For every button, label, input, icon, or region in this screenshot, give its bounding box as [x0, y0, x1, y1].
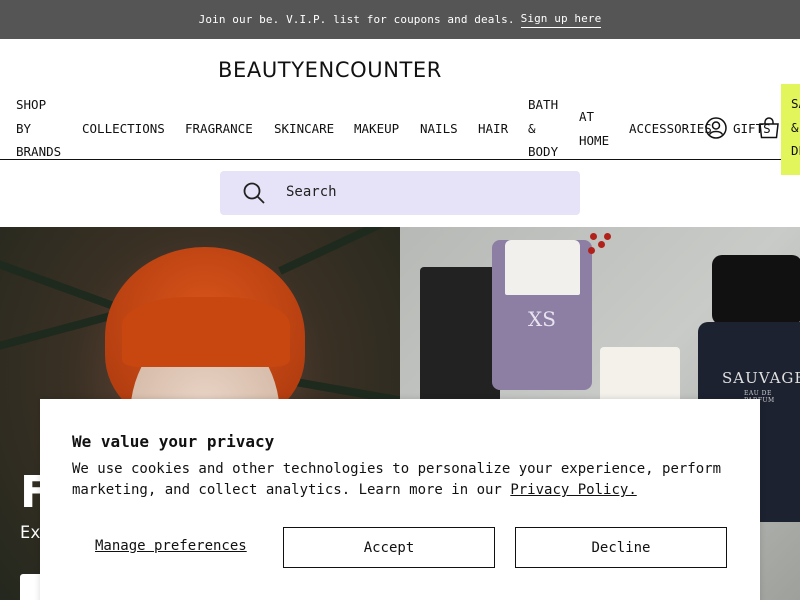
- nav-item-bath-body[interactable]: BATH & BODY: [528, 93, 558, 164]
- xs-label: XS: [528, 307, 556, 331]
- nav-item-shop-by-brands[interactable]: SHOP BY BRANDS: [16, 93, 61, 164]
- sauvage-label: SAUVAGE: [722, 369, 800, 387]
- nav-item-sale-label: SA & DE: [791, 96, 800, 158]
- cookie-body: We use cookies and other technologies to…: [72, 459, 732, 501]
- nav-item-collections[interactable]: COLLECTIONS: [82, 117, 165, 141]
- decline-button[interactable]: Decline: [515, 527, 727, 568]
- shopping-bag-icon[interactable]: [757, 117, 781, 139]
- promo-signup-link[interactable]: Sign up here: [520, 12, 602, 28]
- nav-item-fragrance[interactable]: FRAGRANCE: [185, 117, 253, 141]
- account-icon[interactable]: [705, 117, 727, 139]
- nav-item-hair[interactable]: HAIR: [478, 117, 508, 141]
- privacy-policy-link[interactable]: Privacy Policy.: [510, 482, 636, 498]
- search-input[interactable]: Search: [286, 184, 337, 200]
- nav-item-nails[interactable]: NAILS: [420, 117, 458, 141]
- search-bar[interactable]: Search: [220, 171, 580, 215]
- nav-item-sale[interactable]: SA & DE: [781, 84, 800, 175]
- accept-button[interactable]: Accept: [283, 527, 495, 568]
- promo-text: Join our be. V.I.P. list for coupons and…: [198, 13, 515, 26]
- nav-item-makeup[interactable]: MAKEUP: [354, 117, 399, 141]
- promo-bar: Join our be. V.I.P. list for coupons and…: [0, 0, 800, 39]
- manage-preferences-link[interactable]: Manage preferences: [95, 538, 247, 554]
- hero-subtext: Ex: [20, 523, 41, 543]
- cookie-consent-banner: We value your privacy We use cookies and…: [40, 399, 760, 600]
- cookie-title: We value your privacy: [72, 432, 275, 451]
- search-icon[interactable]: [242, 181, 266, 205]
- nav-item-skincare[interactable]: SKINCARE: [274, 117, 334, 141]
- main-nav: SHOP BY BRANDS COLLECTIONS FRAGRANCE SKI…: [0, 88, 800, 160]
- site-logo[interactable]: BEAUTYENCOUNTER: [207, 57, 453, 83]
- nav-item-at-home[interactable]: AT HOME: [579, 105, 609, 152]
- nav-item-accessories[interactable]: ACCESSORIES: [629, 117, 712, 141]
